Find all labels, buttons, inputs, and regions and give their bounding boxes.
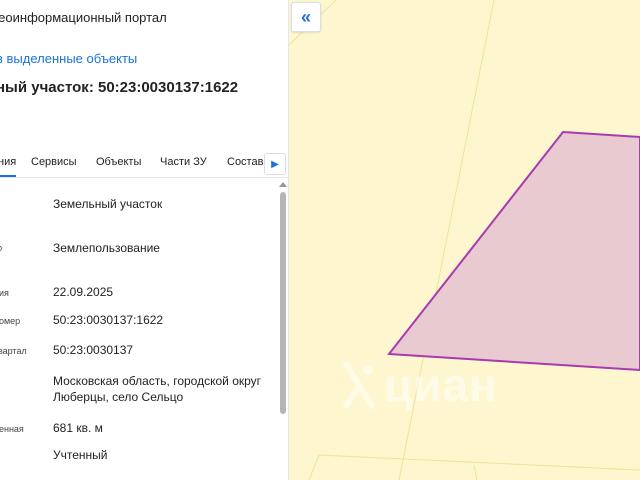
- row-label-kind: го: [0, 243, 2, 253]
- row-label-cadastral-quarter: квартал: [0, 346, 27, 356]
- double-chevron-left-icon: «: [300, 6, 311, 27]
- tab-info[interactable]: ния: [0, 156, 17, 177]
- scroll-up-arrow-icon[interactable]: [279, 182, 287, 187]
- tab-parcel-parts[interactable]: Части ЗУ: [160, 156, 207, 168]
- tab-services[interactable]: Сервисы: [31, 156, 77, 168]
- row-value-date: 22.09.2025: [53, 285, 114, 299]
- cian-logo-icon: [343, 361, 375, 409]
- portal-title: Геоинформационный портал: [0, 10, 167, 25]
- row-value-cadastral-number: 50:23:0030137:1622: [53, 313, 164, 327]
- row-label-date: ния: [0, 288, 9, 298]
- info-panel: Геоинформационный портал в выделенные об…: [0, 0, 289, 480]
- row-value-address: Московская область, городской округ Любе…: [53, 374, 262, 404]
- row-value-kind: Землепользование: [53, 241, 160, 255]
- row-value-status: Учтенный: [53, 448, 108, 462]
- map-boundary-line: [308, 454, 320, 480]
- parcel-title: ный участок: 50:23:0030137:1622: [0, 79, 239, 96]
- row-label-area: ненная: [0, 424, 24, 434]
- map-boundary-line: [473, 464, 478, 480]
- panel-scrollbar[interactable]: [280, 192, 286, 414]
- chevron-right-icon: ▶: [271, 158, 279, 170]
- row-value-cadastral-quarter[interactable]: 50:23:0030137: [53, 342, 273, 358]
- tab-composition[interactable]: Состав: [227, 156, 263, 168]
- row-label-cadastral-number: номер: [0, 316, 21, 326]
- row-value-area: 681 кв. м: [53, 421, 103, 435]
- collapse-panel-button[interactable]: «: [291, 2, 321, 32]
- show-selected-objects-link[interactable]: в выделенные объекты: [0, 51, 137, 66]
- tab-scroll-right-button[interactable]: ▶: [264, 153, 286, 175]
- selected-parcel-polygon[interactable]: [387, 130, 640, 372]
- watermark-text: циан: [384, 359, 498, 411]
- tab-bar: ния Сервисы Объекты Части ЗУ Состав: [0, 150, 288, 178]
- map-boundary-line: [318, 454, 640, 471]
- row-value-type: Земельный участок: [53, 197, 163, 211]
- watermark: циан: [340, 358, 498, 412]
- tab-objects[interactable]: Объекты: [96, 156, 141, 168]
